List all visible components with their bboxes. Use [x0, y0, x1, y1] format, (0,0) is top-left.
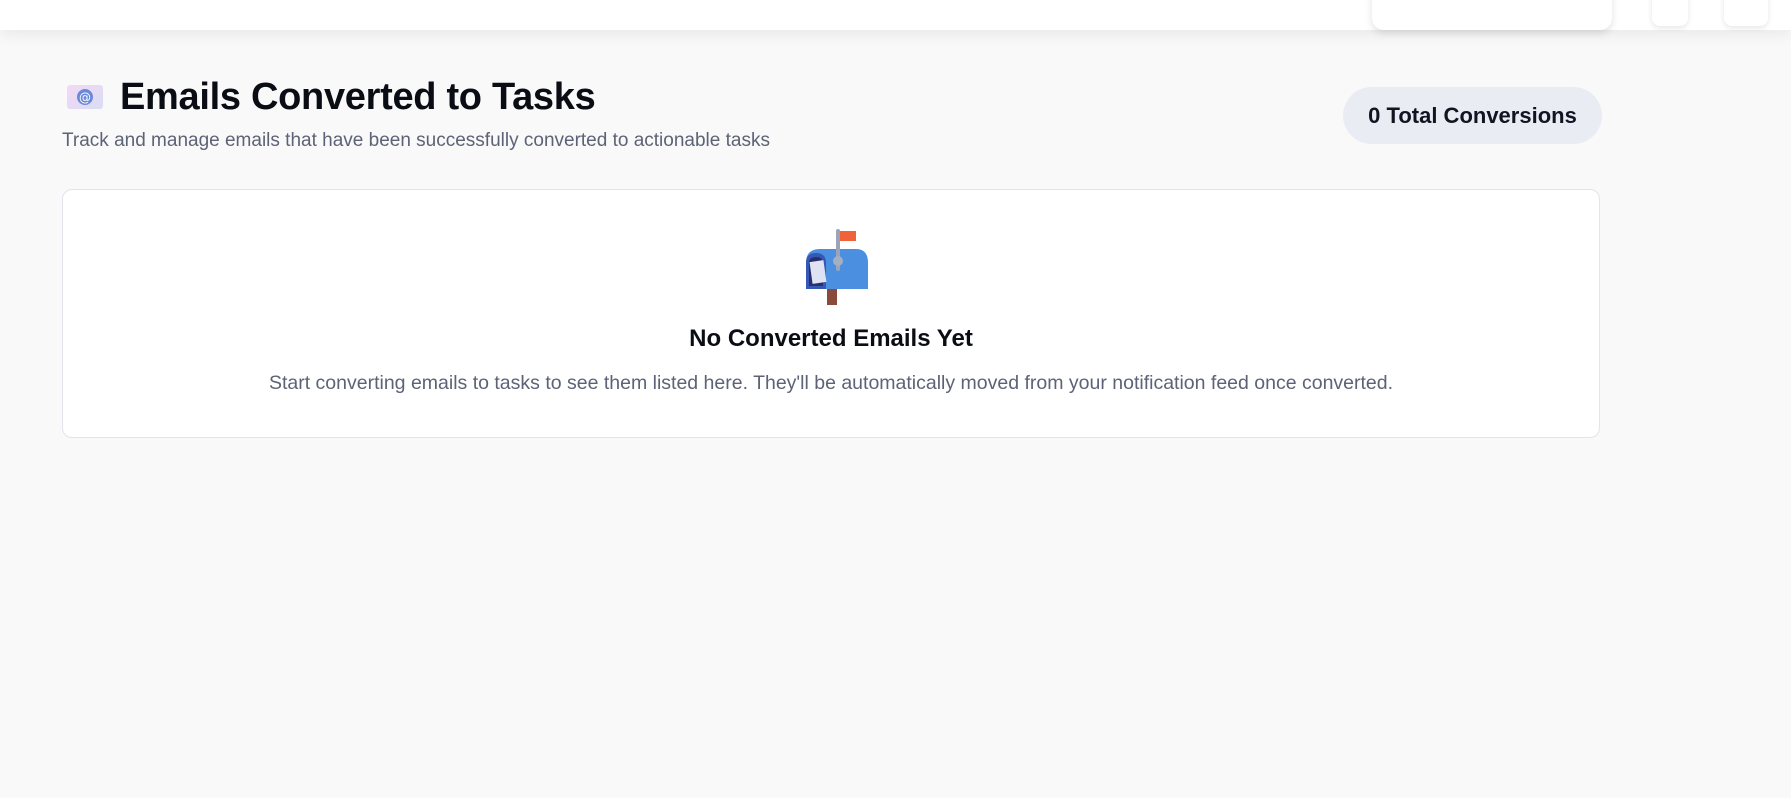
topbar-action-button[interactable]	[1652, 0, 1688, 26]
top-navigation-bar	[0, 0, 1791, 30]
svg-text:@: @	[79, 91, 91, 105]
envelope-with-at-icon: @	[66, 82, 104, 112]
title-row: @ Emails Converted to Tasks	[66, 74, 596, 120]
page-title: Emails Converted to Tasks	[120, 75, 596, 118]
topbar-menu-button[interactable]	[1724, 0, 1768, 26]
open-mailbox-with-raised-flag-icon	[798, 227, 868, 307]
empty-state-message: Start converting emails to tasks to see …	[268, 372, 1394, 394]
total-conversions-badge: 0 Total Conversions	[1343, 87, 1602, 144]
empty-state-card: No Converted Emails Yet Start converting…	[62, 189, 1600, 438]
topbar-search-control[interactable]	[1372, 0, 1612, 30]
empty-state-title: No Converted Emails Yet	[689, 325, 973, 352]
page-subtitle: Track and manage emails that have been s…	[62, 130, 770, 151]
